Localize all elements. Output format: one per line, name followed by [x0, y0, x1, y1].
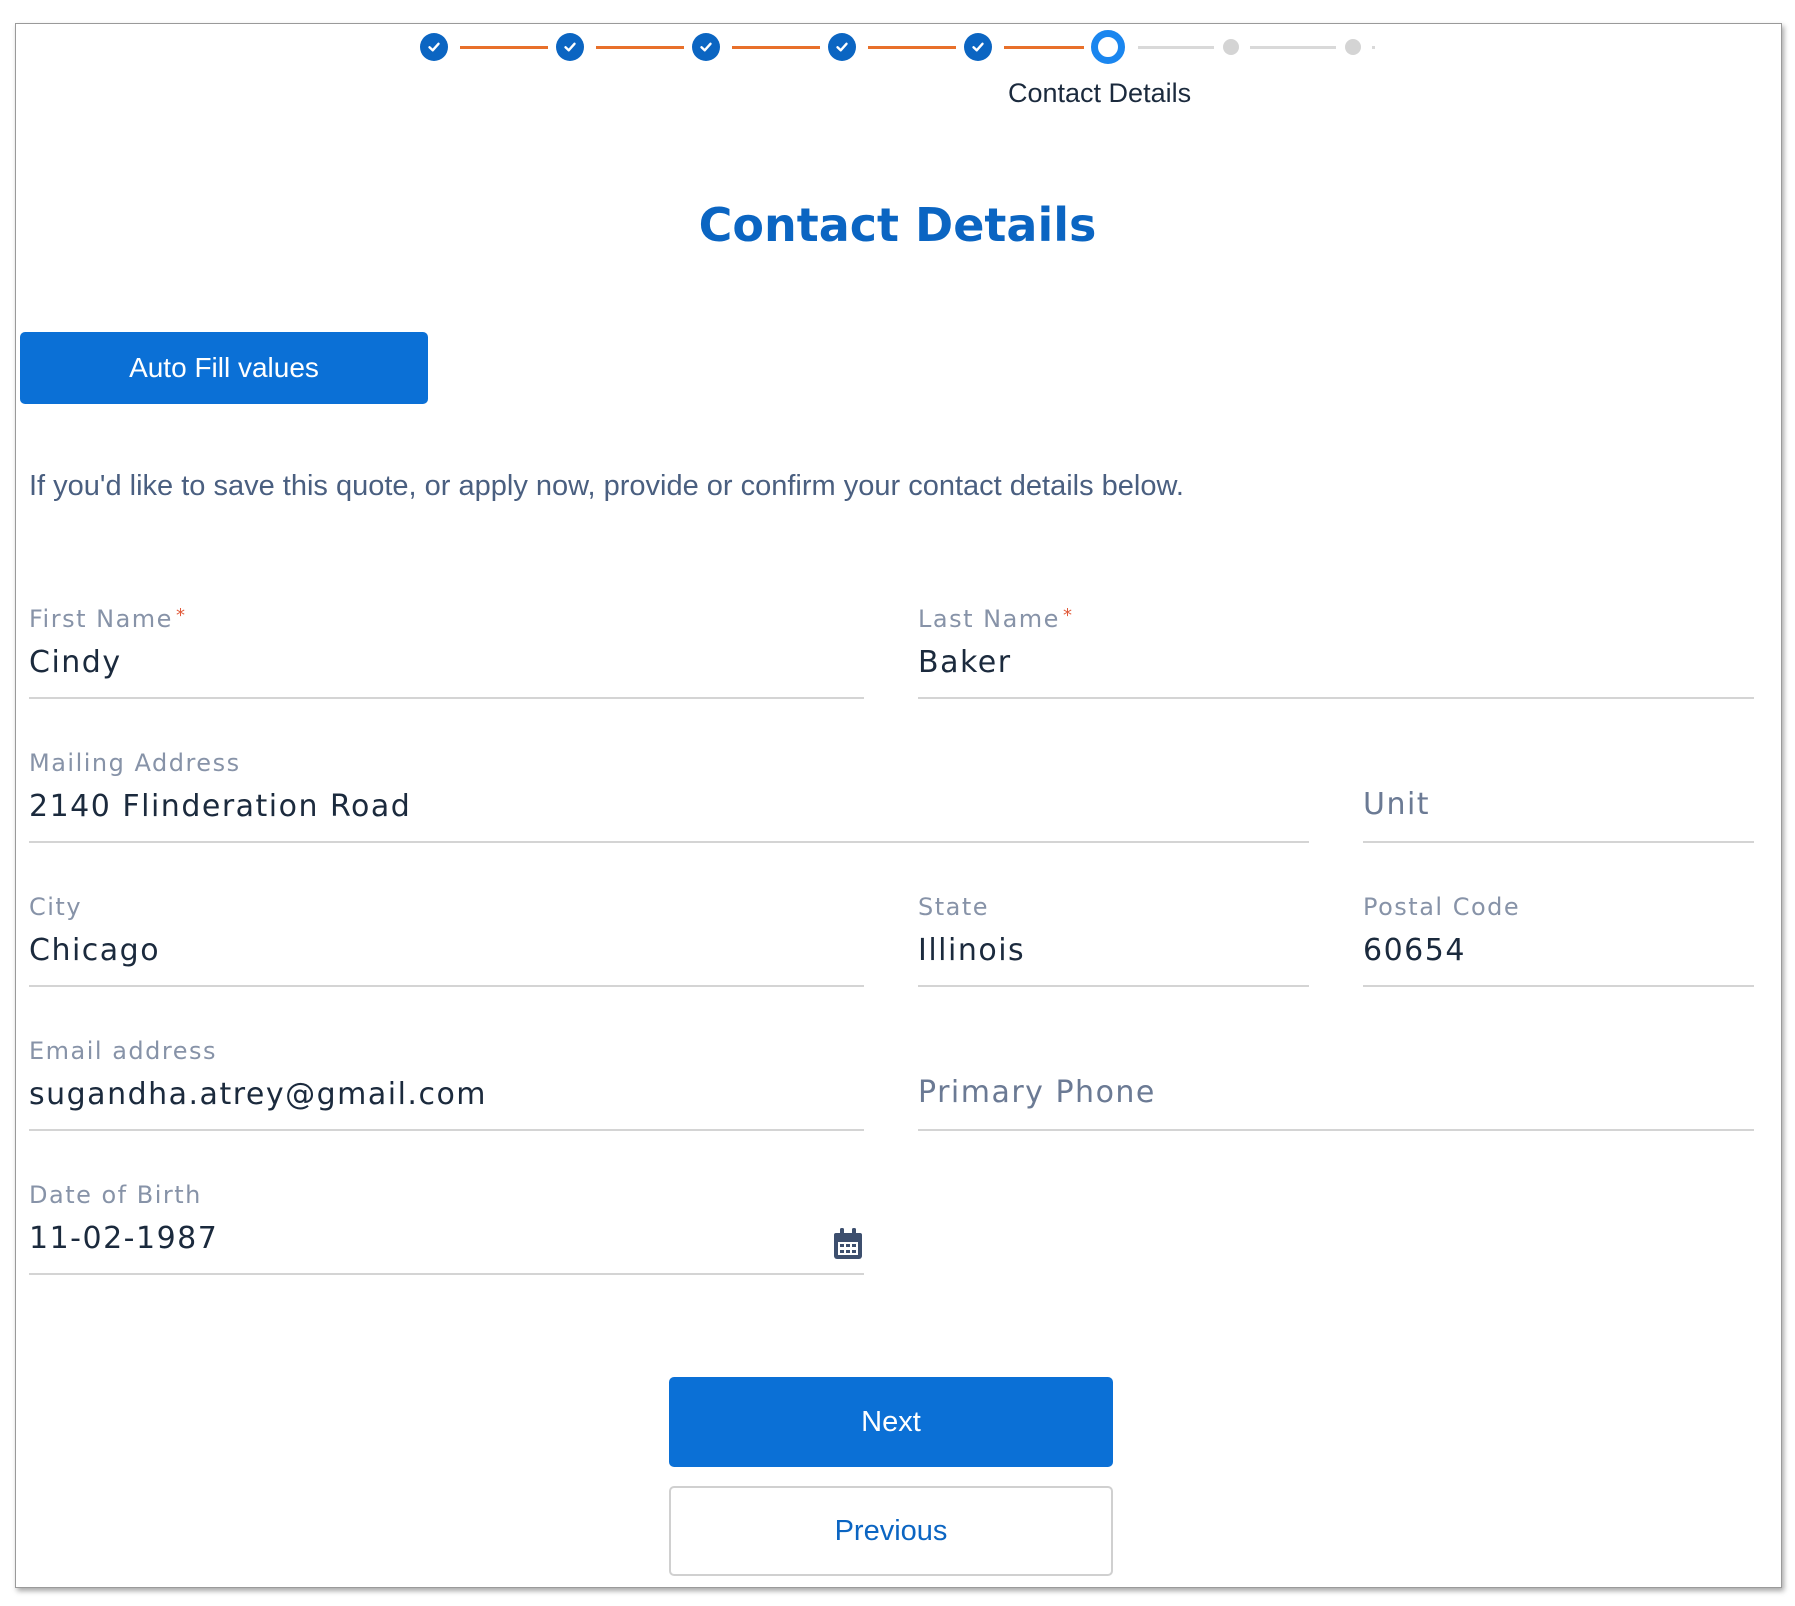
- current-step-label: Contact Details: [1008, 78, 1192, 108]
- step-7-pending: [1223, 39, 1239, 55]
- check-icon: [564, 42, 576, 52]
- step-connector: [460, 46, 548, 49]
- city-value[interactable]: Chicago: [29, 933, 160, 968]
- postal-code-label: Postal Code: [1363, 893, 1521, 921]
- page-title: Contact Details: [698, 198, 1097, 252]
- progress-stepper: Contact Details: [0, 0, 1795, 120]
- field-underline: [918, 697, 1754, 699]
- step-4-complete[interactable]: [828, 33, 856, 61]
- check-icon: [428, 42, 440, 52]
- mailing-address-label: Mailing Address: [29, 749, 241, 777]
- email-label: Email address: [29, 1037, 218, 1065]
- next-button[interactable]: Next: [669, 1377, 1113, 1467]
- city-field[interactable]: City Chicago: [29, 893, 864, 993]
- field-underline: [29, 841, 1309, 843]
- field-underline: [29, 985, 864, 987]
- check-icon: [836, 42, 848, 52]
- first-name-value[interactable]: Cindy: [29, 645, 122, 680]
- last-name-label: Last Name *: [918, 605, 1074, 633]
- required-mark: *: [175, 605, 187, 626]
- unit-field[interactable]: Unit: [1363, 749, 1754, 849]
- previous-button[interactable]: Previous: [669, 1486, 1113, 1576]
- step-connector: [1004, 46, 1084, 49]
- last-name-field[interactable]: Last Name * Baker: [918, 605, 1754, 705]
- step-3-complete[interactable]: [692, 33, 720, 61]
- field-underline: [29, 1273, 864, 1275]
- email-value[interactable]: sugandha.atrey@gmail.com: [29, 1077, 487, 1112]
- field-underline: [29, 1129, 864, 1131]
- step-connector: [596, 46, 684, 49]
- step-6-current: [1091, 30, 1125, 64]
- unit-placeholder[interactable]: Unit: [1363, 787, 1430, 822]
- first-name-label: First Name *: [29, 605, 187, 633]
- state-field[interactable]: State Illinois: [918, 893, 1309, 993]
- intro-text: If you'd like to save this quote, or app…: [29, 470, 1184, 502]
- step-2-complete[interactable]: [556, 33, 584, 61]
- field-underline: [918, 1129, 1754, 1131]
- step-5-complete[interactable]: [964, 33, 992, 61]
- field-underline: [1363, 985, 1754, 987]
- field-underline: [1363, 841, 1754, 843]
- required-mark: *: [1062, 605, 1074, 626]
- field-underline: [29, 697, 864, 699]
- step-connector: [1250, 46, 1336, 49]
- date-of-birth-value[interactable]: 11-02-1987: [29, 1221, 218, 1256]
- step-connector: [1372, 46, 1375, 49]
- check-icon: [972, 42, 984, 52]
- postal-code-field[interactable]: Postal Code 60654: [1363, 893, 1754, 993]
- email-field[interactable]: Email address sugandha.atrey@gmail.com: [29, 1037, 864, 1137]
- mailing-address-value[interactable]: 2140 Flinderation Road: [29, 789, 411, 824]
- mailing-address-field[interactable]: Mailing Address 2140 Flinderation Road: [29, 749, 1309, 849]
- check-icon: [700, 42, 712, 52]
- state-value[interactable]: Illinois: [918, 933, 1025, 968]
- postal-code-value[interactable]: 60654: [1363, 933, 1466, 968]
- date-of-birth-field[interactable]: Date of Birth 11-02-1987: [29, 1181, 864, 1281]
- step-connector: [732, 46, 820, 49]
- primary-phone-field[interactable]: Primary Phone: [918, 1037, 1754, 1137]
- first-name-field[interactable]: First Name * Cindy: [29, 605, 864, 705]
- state-label: State: [918, 893, 990, 921]
- field-underline: [918, 985, 1309, 987]
- step-8-pending: [1345, 39, 1361, 55]
- step-connector: [1138, 46, 1214, 49]
- step-connector: [868, 46, 956, 49]
- auto-fill-button[interactable]: Auto Fill values: [20, 332, 428, 404]
- primary-phone-placeholder[interactable]: Primary Phone: [918, 1075, 1156, 1110]
- date-of-birth-label: Date of Birth: [29, 1181, 202, 1209]
- last-name-value[interactable]: Baker: [918, 645, 1012, 680]
- step-1-complete[interactable]: [420, 33, 448, 61]
- city-label: City: [29, 893, 83, 921]
- calendar-icon[interactable]: [832, 1227, 864, 1261]
